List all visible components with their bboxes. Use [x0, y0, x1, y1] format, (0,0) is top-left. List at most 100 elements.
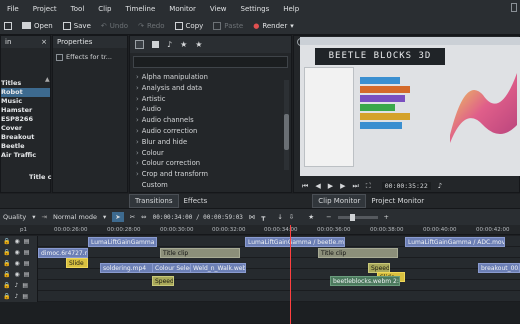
- scroll-up-icon[interactable]: ▲: [45, 76, 50, 83]
- tab-transitions[interactable]: Transitions: [129, 194, 179, 208]
- mute-icon[interactable]: ♪: [14, 282, 18, 289]
- redo-button[interactable]: ↷ Redo: [134, 22, 170, 30]
- timeline-clip[interactable]: Colour Selectio: [152, 263, 192, 273]
- timeline-clip[interactable]: dimoc.6r4727.mp4: [38, 248, 88, 258]
- timeline-clip[interactable]: Title clip: [160, 248, 240, 258]
- bin-item[interactable]: Titles: [1, 79, 50, 88]
- track-a2[interactable]: [0, 291, 520, 302]
- menu-clip[interactable]: Clip: [91, 5, 118, 13]
- favorite-star-icon[interactable]: ★: [180, 40, 187, 49]
- timeline-effect[interactable]: Speed: [152, 276, 174, 286]
- copy-button[interactable]: Copy: [171, 21, 210, 30]
- eye-icon[interactable]: ◉: [14, 238, 19, 245]
- playhead[interactable]: [290, 225, 291, 324]
- timeline-clip[interactable]: LumaLiftGainGamma / beetle.mov: [245, 237, 345, 247]
- effect-category[interactable]: › Colour: [130, 148, 291, 159]
- bin-item[interactable]: Robot: [1, 88, 50, 97]
- audio-volume-icon[interactable]: ♪: [438, 182, 442, 190]
- effects-checkbox[interactable]: [56, 53, 63, 61]
- insert-icon[interactable]: ↓: [277, 213, 282, 221]
- bin-item[interactable]: Music: [1, 97, 50, 106]
- timeline-clip[interactable]: beetleblocks.webm 2:16: [330, 276, 400, 286]
- spacer-tool-icon[interactable]: ⇔: [141, 213, 146, 221]
- forward-icon[interactable]: ▶: [340, 182, 345, 190]
- timeline-clip[interactable]: LumaLiftGainGamma / esp8266.mov: [88, 237, 157, 247]
- undo-button[interactable]: ↶ Undo: [97, 22, 134, 30]
- eye-icon[interactable]: ◉: [14, 260, 19, 267]
- snap-icon[interactable]: ⋈: [249, 213, 256, 221]
- menu-tool[interactable]: Tool: [64, 5, 92, 13]
- zoom-icon[interactable]: ⛶: [366, 182, 371, 191]
- timecode-display[interactable]: 00:00:35:22: [381, 182, 431, 190]
- open-button[interactable]: Open: [18, 22, 59, 30]
- menu-project[interactable]: Project: [26, 5, 64, 13]
- effect-category[interactable]: › Analysis and data: [130, 83, 291, 94]
- lock-icon[interactable]: 🔒: [3, 282, 10, 289]
- skip-start-icon[interactable]: ⏮: [302, 182, 308, 191]
- custom-star-icon[interactable]: ★: [195, 40, 202, 49]
- razor-tool-icon[interactable]: ✂: [130, 213, 135, 221]
- timeline-transition[interactable]: Slide: [66, 258, 88, 268]
- render-button[interactable]: ● Render ▾: [249, 22, 300, 30]
- rewind-icon[interactable]: ◀: [315, 182, 320, 190]
- menu-monitor[interactable]: Monitor: [162, 5, 203, 13]
- film-icon[interactable]: ▤: [24, 271, 30, 278]
- effect-category[interactable]: › Blur and hide: [130, 137, 291, 148]
- new-button[interactable]: [0, 21, 18, 30]
- bin-item[interactable]: Air Traffic: [1, 151, 50, 160]
- track-a1[interactable]: [0, 280, 520, 291]
- effect-category[interactable]: › Colour correction: [130, 158, 291, 169]
- effect-category[interactable]: › Audio channels: [130, 115, 291, 126]
- timeline-ruler[interactable]: p1 00:00:26:00 00:00:28:00 00:00:30:00 0…: [0, 225, 520, 235]
- menu-help[interactable]: Help: [276, 5, 306, 13]
- zoom-out-icon[interactable]: −: [326, 213, 331, 221]
- close-icon[interactable]: ×: [41, 36, 47, 48]
- lock-icon[interactable]: 🔒: [3, 260, 10, 267]
- video-effects-icon[interactable]: [152, 41, 159, 48]
- timeline-clip[interactable]: soldering.mp4: [100, 263, 155, 273]
- menu-timeline[interactable]: Timeline: [119, 5, 163, 13]
- edit-mode-selector[interactable]: Normal mode: [53, 213, 97, 221]
- zoom-slider[interactable]: [337, 213, 378, 221]
- lock-icon[interactable]: 🔒: [3, 249, 10, 256]
- effect-category[interactable]: › Audio correction: [130, 126, 291, 137]
- bin-item[interactable]: Breakout: [1, 133, 50, 142]
- lock-icon[interactable]: 🔒: [3, 293, 10, 300]
- film-icon[interactable]: ▤: [22, 293, 28, 300]
- bin-item[interactable]: Hamster: [1, 106, 50, 115]
- eye-icon[interactable]: ◉: [14, 271, 19, 278]
- title-clip-label[interactable]: Title cl: [29, 173, 52, 182]
- bin-item[interactable]: Cover: [1, 124, 50, 133]
- list-view-icon[interactable]: [135, 40, 144, 49]
- overwrite-icon[interactable]: ⇩: [289, 213, 294, 221]
- video-preview[interactable]: BEETLE BLOCKS 3D: [300, 37, 520, 176]
- bin-item[interactable]: ESP8266: [1, 115, 50, 124]
- save-button[interactable]: Save: [59, 21, 97, 30]
- effect-category[interactable]: › Alpha manipulation: [130, 72, 291, 83]
- timeline-clip[interactable]: Title clip: [318, 248, 398, 258]
- tab-clip-monitor[interactable]: Clip Monitor: [312, 194, 367, 208]
- timeline-clip[interactable]: LumaLiftGainGamma / ADC.mov: [405, 237, 505, 247]
- paste-button[interactable]: Paste: [209, 21, 249, 30]
- film-icon[interactable]: ▤: [24, 238, 30, 245]
- menu-file[interactable]: File: [0, 5, 26, 13]
- mute-icon[interactable]: ♪: [14, 293, 18, 300]
- audio-effects-icon[interactable]: ♪: [167, 40, 172, 49]
- track-v0[interactable]: [0, 269, 520, 280]
- film-icon[interactable]: ▤: [22, 282, 28, 289]
- menu-settings[interactable]: Settings: [234, 5, 277, 13]
- zoom-in-icon[interactable]: +: [384, 213, 389, 221]
- effect-category[interactable]: › Artistic: [130, 94, 291, 105]
- skip-end-icon[interactable]: ⏭: [352, 182, 358, 191]
- effect-category[interactable]: › Crop and transform: [130, 169, 291, 180]
- effect-category[interactable]: ›Custom: [130, 180, 291, 191]
- quality-selector[interactable]: Quality: [3, 213, 26, 221]
- marker-star-icon[interactable]: ★: [308, 213, 314, 221]
- eye-icon[interactable]: ◉: [14, 249, 19, 256]
- film-icon[interactable]: ▤: [24, 260, 30, 267]
- menu-view[interactable]: View: [203, 5, 234, 13]
- lock-icon[interactable]: 🔒: [3, 271, 10, 278]
- lock-icon[interactable]: 🔒: [3, 238, 10, 245]
- window-restore-icon[interactable]: [511, 3, 517, 12]
- select-tool-icon[interactable]: ➤: [112, 212, 124, 222]
